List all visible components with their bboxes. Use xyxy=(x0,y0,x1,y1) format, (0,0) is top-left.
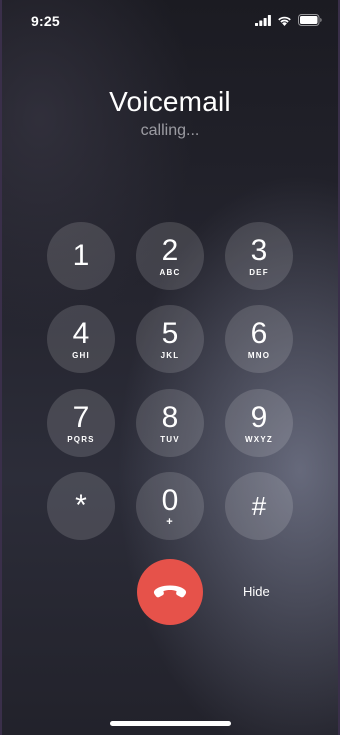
key-digit: * xyxy=(75,489,87,522)
key-letters: DEF xyxy=(249,267,269,277)
key-5[interactable]: 5 JKL xyxy=(136,305,204,373)
battery-icon xyxy=(298,14,322,26)
key-digit: # xyxy=(251,491,267,521)
key-letters: JKL xyxy=(160,350,180,360)
wifi-icon xyxy=(278,16,291,26)
key-digit: 9 xyxy=(250,400,268,434)
key-letters: GHI xyxy=(72,350,90,360)
key-6[interactable]: 6 MNO xyxy=(225,305,293,373)
end-call-button[interactable] xyxy=(137,559,203,625)
key-digit: 6 xyxy=(250,316,268,350)
key-digit: 0 xyxy=(161,483,179,517)
key-0[interactable]: 0 + xyxy=(136,472,204,540)
keypad: 1 2 ABC 3 DEF 4 GHI 5 JKL 6 MNO 7 PQRS 8… xyxy=(47,222,295,540)
call-status: calling... xyxy=(140,122,200,139)
key-hash[interactable]: # xyxy=(225,472,293,540)
phone-hangup-icon xyxy=(153,585,187,598)
key-letters: MNO xyxy=(247,350,271,360)
key-digit: 3 xyxy=(250,233,268,267)
key-letters: TUV xyxy=(160,434,180,444)
key-letters: ABC xyxy=(159,267,181,277)
key-digit: 5 xyxy=(161,316,179,350)
key-1[interactable]: 1 xyxy=(47,222,115,290)
key-2[interactable]: 2 ABC xyxy=(136,222,204,290)
key-4[interactable]: 4 GHI xyxy=(47,305,115,373)
status-bar: 9:25 xyxy=(0,0,340,44)
key-digit: 4 xyxy=(72,316,90,350)
call-title: Voicemail xyxy=(109,86,231,117)
status-icons xyxy=(255,14,322,26)
key-3[interactable]: 3 DEF xyxy=(225,222,293,290)
hide-button[interactable]: Hide xyxy=(243,584,270,599)
key-digit: 1 xyxy=(72,239,90,272)
key-letters: + xyxy=(166,515,174,528)
home-indicator[interactable] xyxy=(110,721,231,726)
key-star[interactable]: * xyxy=(47,472,115,540)
key-digit: 7 xyxy=(72,400,90,434)
key-9[interactable]: 9 WXYZ xyxy=(225,389,293,457)
signal-icon xyxy=(255,14,271,26)
key-7[interactable]: 7 PQRS xyxy=(47,389,115,457)
key-digit: 2 xyxy=(161,233,179,267)
key-letters: WXYZ xyxy=(245,434,273,444)
status-time: 9:25 xyxy=(31,13,60,29)
key-letters: PQRS xyxy=(67,434,95,444)
key-digit: 8 xyxy=(161,400,179,434)
key-8[interactable]: 8 TUV xyxy=(136,389,204,457)
